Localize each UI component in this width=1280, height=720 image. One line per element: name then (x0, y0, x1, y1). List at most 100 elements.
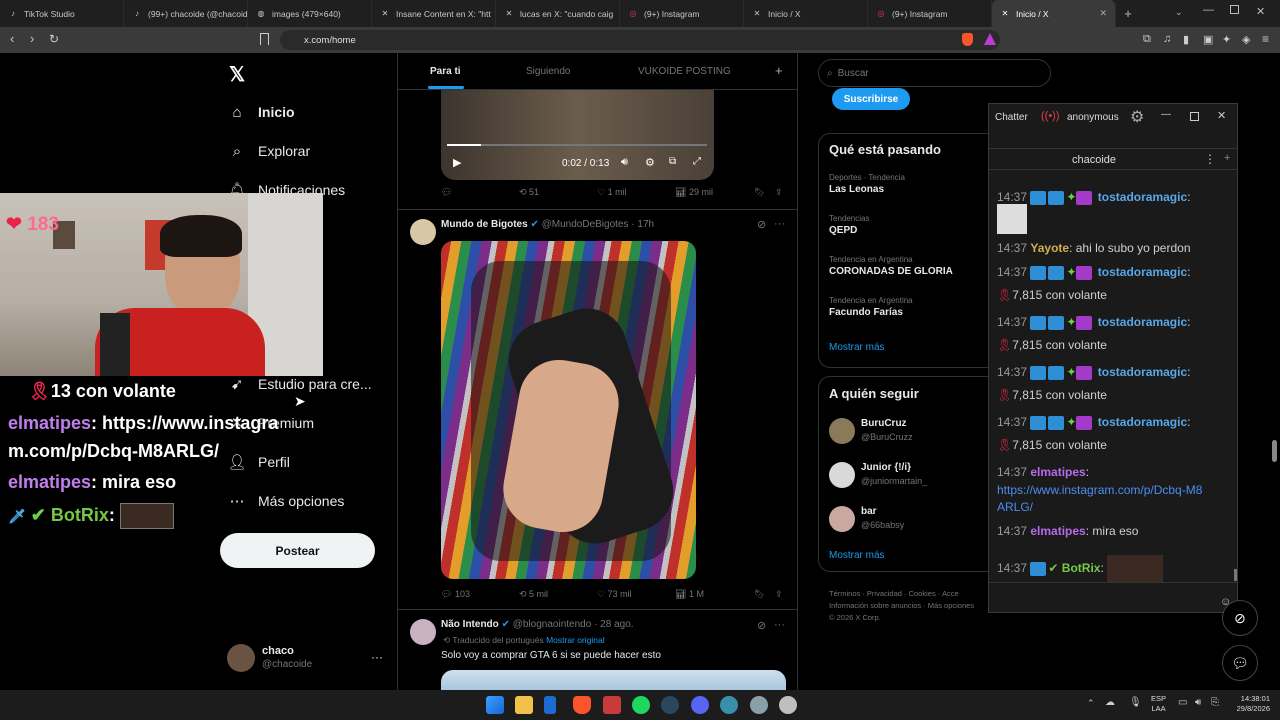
reply-icon[interactable]: 💬︎ (441, 187, 452, 198)
brave-shield-icon[interactable] (962, 33, 973, 46)
like-icon[interactable]: ♡ 1 mil (597, 187, 627, 198)
views-icon[interactable]: 📊︎ 1 M (675, 589, 704, 600)
channel-name[interactable]: chacoide (1072, 154, 1116, 166)
browser-tab[interactable]: ♪ TikTok Studio (0, 0, 124, 27)
subscribe-button[interactable]: Suscribirse (832, 88, 910, 110)
chat-username[interactable]: Yayote (1030, 241, 1069, 255)
trend-item[interactable]: Tendencia en Argentina Facundo Farías (829, 296, 913, 318)
leo-ai-icon[interactable]: ✦ (1222, 33, 1231, 46)
views-icon[interactable]: 📊︎ 29 mil (675, 187, 713, 198)
tab-for-you[interactable]: Para ti (430, 66, 461, 77)
wallet-icon[interactable]: ▣ (1203, 33, 1213, 46)
steam-icon[interactable] (661, 696, 679, 714)
share-icon[interactable]: ⇪ (775, 187, 783, 198)
more-dots-icon[interactable]: ··· (774, 619, 785, 631)
grok-icon[interactable]: ⊘ (757, 619, 766, 632)
maximize-icon[interactable] (1190, 112, 1199, 121)
chat-username[interactable]: BotRix (1062, 561, 1101, 575)
network-icon[interactable]: ▭ (1178, 697, 1187, 708)
bing-icon[interactable] (544, 696, 556, 714)
messages-button[interactable]: 💬︎ (1222, 645, 1258, 681)
browser-tab[interactable]: ✕ Insane Content en X: "htt (372, 0, 496, 27)
bookmark-icon[interactable]: 🔖︎ (754, 589, 765, 600)
chat-input[interactable] (989, 582, 1237, 612)
grok-icon[interactable]: ⊘ (757, 218, 766, 231)
nav-item-home[interactable]: ⌂ Inicio (228, 103, 294, 121)
chat-message[interactable]: 14:37 ✦ tostadoramagic: (997, 315, 1190, 330)
brave-rewards-icon[interactable] (984, 33, 996, 45)
chat-link[interactable]: ARLG/ (997, 500, 1033, 514)
chat-username[interactable]: tostadoramagic (1098, 265, 1187, 279)
spotify-icon[interactable] (632, 696, 650, 714)
chat-message[interactable]: 14:37 ✦ tostadoramagic: (997, 265, 1190, 280)
like-icon[interactable]: ♡ 73 mil (597, 589, 632, 600)
playlist-icon[interactable]: ♫ (1163, 33, 1171, 45)
account-switcher[interactable]: chaco @chacoide ··· (227, 644, 387, 676)
account-label[interactable]: anonymous (1067, 112, 1119, 123)
chat-message[interactable]: 14:37 elmatipes: (997, 465, 1089, 479)
nav-item-explore[interactable]: ⌕ Explorar (228, 142, 310, 160)
video-player[interactable]: ▶ 0:02 / 0:13 🔊︎ ⚙ ⧉ ⤢ (441, 90, 714, 180)
add-split-icon[interactable]: + (1224, 152, 1230, 164)
share-icon[interactable]: ⇪ (775, 589, 783, 600)
menu-icon[interactable]: ≡ (1262, 32, 1269, 46)
close-icon[interactable]: ✕ (1217, 109, 1226, 122)
play-icon[interactable]: ▶ (453, 156, 461, 169)
tab-list-icon[interactable]: ⌄ (1175, 7, 1183, 18)
trend-item[interactable]: Deportes · Tendencia Las Leonas (829, 173, 905, 195)
volume-icon[interactable]: 🔊︎ (621, 156, 628, 169)
tab-list[interactable]: VUKOIDE POSTING (638, 66, 731, 77)
more-dots-icon[interactable]: ··· (774, 218, 785, 230)
maximize-icon[interactable] (1230, 5, 1239, 14)
chat-message[interactable]: 14:37 elmatipes: mira eso (997, 524, 1138, 538)
url-field[interactable]: x.com/home (280, 30, 1000, 50)
brave-icon[interactable] (573, 696, 591, 714)
bookmark-icon[interactable] (260, 33, 269, 45)
clock[interactable]: 14:38:01 29/8/2026 (1230, 694, 1270, 714)
chat-username[interactable]: tostadoramagic (1098, 190, 1187, 204)
post-handle[interactable]: @MundoDeBigotes · 17h (542, 219, 654, 230)
discord-icon[interactable] (691, 696, 709, 714)
more-vertical-icon[interactable]: ⋮ (1204, 152, 1216, 166)
more-dots-icon[interactable]: ··· (371, 650, 383, 664)
page-scrollbar[interactable] (1272, 440, 1277, 462)
post-media[interactable] (441, 670, 786, 690)
microphone-icon[interactable]: 🎙︎ (1129, 697, 1142, 708)
browser-tab[interactable]: ♪ (99+) chacoide (@chacoid (124, 0, 248, 27)
browser-tab[interactable]: ◍ images (479×640) (248, 0, 372, 27)
minimize-icon[interactable]: — (1203, 4, 1214, 16)
close-window-icon[interactable]: ✕ (1256, 5, 1265, 18)
language-indicator[interactable]: ESP LAA (1151, 694, 1166, 714)
volume-icon[interactable]: 🔊︎ (1195, 697, 1201, 708)
pip-icon[interactable]: ⧉ (669, 156, 676, 167)
chat-message[interactable]: 14:37 Yayote: ahi lo subo yo perdon (997, 241, 1191, 255)
settings-icon[interactable]: ⚙ (645, 156, 655, 169)
repost-icon[interactable]: ⟲ 51 (519, 187, 539, 198)
post-media[interactable] (441, 241, 696, 579)
minimize-icon[interactable]: — (1161, 109, 1171, 120)
show-more-link[interactable]: Mostrar más (829, 342, 885, 353)
footer-line[interactable]: Información sobre anuncios · Más opcione… (829, 600, 974, 612)
browser-tab[interactable]: ✕ Inicio / X (744, 0, 868, 27)
reply-icon[interactable]: 💬︎ 103 (441, 589, 470, 600)
back-icon[interactable]: ‹ (10, 31, 14, 46)
nav-item-creator-studio[interactable]: ➹ Estudio para cre... (228, 375, 372, 393)
post-avatar[interactable] (410, 619, 436, 645)
chat-message[interactable]: 14:37 ✦ tostadoramagic: (997, 415, 1190, 430)
trend-item[interactable]: Tendencias QEPD (829, 214, 869, 236)
nav-item-more[interactable]: ⋯ Más opciones (228, 492, 345, 510)
obs-icon[interactable] (603, 696, 621, 714)
file-explorer-icon[interactable] (515, 696, 533, 714)
chat-message[interactable]: 14:37 ✦ tostadoramagic: (997, 365, 1190, 380)
footer-links[interactable]: Términos · Privacidad · Cookies · Acce I… (829, 588, 974, 624)
chatterino-icon[interactable] (720, 696, 738, 714)
chat-username[interactable]: elmatipes (1030, 524, 1085, 538)
show-more-link[interactable]: Mostrar más (829, 550, 885, 561)
chat-link[interactable]: https://www.instagram.com/p/Dcbq-M8 (997, 483, 1202, 497)
close-tab-icon[interactable]: ✕ (1099, 8, 1107, 19)
search-input[interactable]: ⌕ Buscar (818, 59, 1051, 87)
video-progress-track[interactable] (447, 144, 707, 146)
footer-line[interactable]: Términos · Privacidad · Cookies · Acce (829, 588, 974, 600)
post-avatar[interactable] (410, 219, 436, 245)
grok-button[interactable]: ⊘ (1222, 600, 1258, 636)
